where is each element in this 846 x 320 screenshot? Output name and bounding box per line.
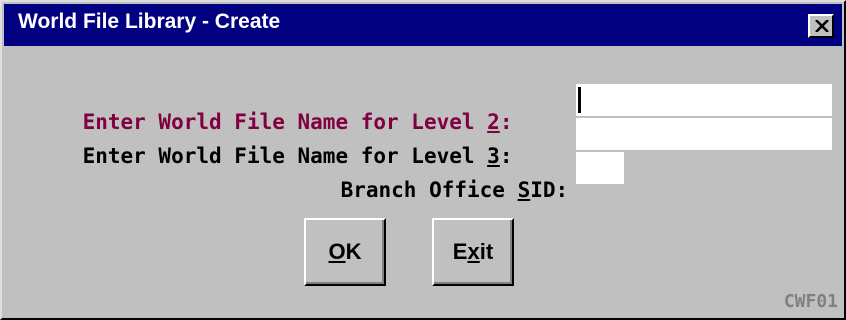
window-title: World File Library - Create [18,10,281,33]
sid-label-colon: : [555,178,569,202]
dialog-window: World File Library - Create Enter World … [0,0,846,320]
level3-name-field[interactable] [576,118,832,150]
ok-button-label: K [345,239,362,264]
text-cursor [578,87,581,113]
close-button[interactable] [808,14,834,38]
exit-button-label-end: it [479,239,494,264]
sid-label-rest: ID [530,178,556,202]
level2-name-field[interactable] [576,84,832,116]
sid-label-text: Branch Office [340,178,518,202]
sid-label-hotkey: S [517,178,531,202]
screen-code: CWF01 [783,291,838,312]
exit-button-hotkey: x [467,239,480,264]
title-bar: World File Library - Create [4,4,842,46]
close-icon [815,20,829,32]
exit-button-label-start: E [452,239,468,264]
sid-label: Branch Office SID: [290,154,569,226]
exit-button[interactable]: Ex it [432,218,514,286]
branch-office-sid-field[interactable] [576,152,624,184]
ok-button-hotkey: O [328,239,346,264]
ok-button[interactable]: OK [304,218,386,286]
